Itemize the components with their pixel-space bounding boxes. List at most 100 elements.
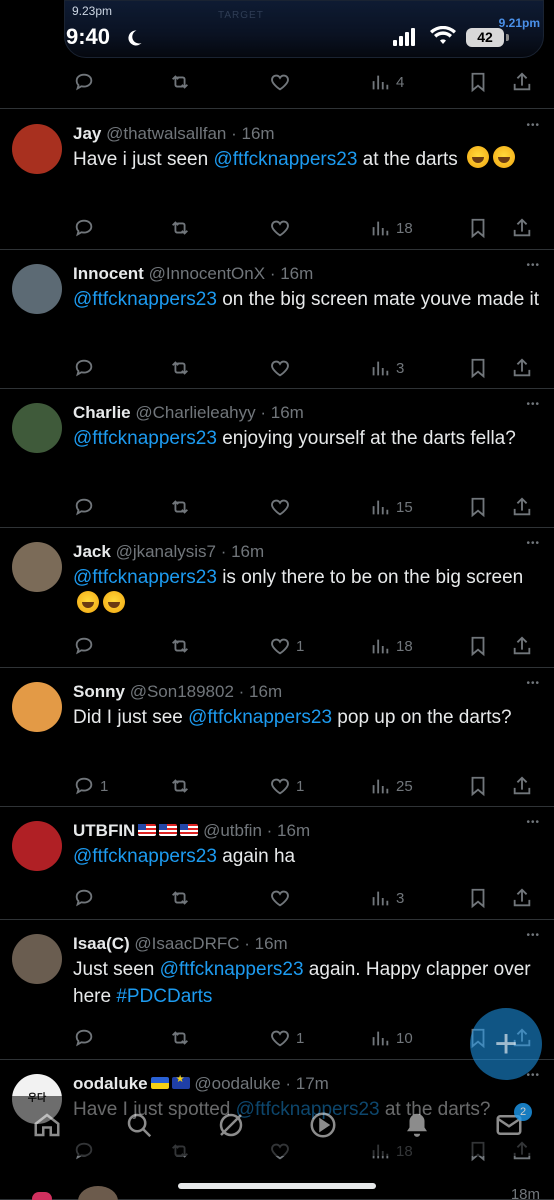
author-name[interactable]: UTBFIN [73, 821, 135, 840]
like-button[interactable] [269, 216, 296, 240]
tweet[interactable]: Jack @jkanalysis7 · 16m ••• @ftfcknappers2… [0, 528, 554, 668]
tweet[interactable]: Jay @thatwalsallfan · 16m ••• Have i just … [0, 110, 554, 250]
more-options-button[interactable]: ••• [526, 930, 540, 941]
video-icon[interactable] [308, 1110, 338, 1140]
author-handle[interactable]: @utbfin [203, 821, 262, 840]
views-icon [369, 357, 391, 379]
views-button[interactable]: 15 [369, 495, 413, 519]
avatar[interactable] [12, 934, 62, 984]
share-button[interactable] [511, 70, 533, 94]
views-button[interactable]: 10 [369, 1026, 413, 1050]
retweet-button[interactable] [169, 216, 191, 240]
tweet[interactable]: Sonny @Son189802 · 16m ••• Did I just see … [0, 668, 554, 807]
author-handle[interactable]: @Charlieleahyy [135, 403, 255, 422]
author-name[interactable]: Charlie [73, 403, 131, 422]
share-button[interactable] [511, 886, 533, 910]
retweet-button[interactable] [169, 886, 191, 910]
author-name[interactable]: Isaa(C) [73, 934, 130, 953]
like-button[interactable]: 1 [269, 634, 304, 658]
author-handle[interactable]: @InnocentOnX [149, 264, 266, 283]
reply-button[interactable] [73, 886, 100, 910]
more-options-button[interactable]: ••• [526, 120, 540, 131]
avatar[interactable] [12, 682, 62, 732]
reply-button[interactable] [73, 70, 95, 94]
tweet-actions: 15 [73, 495, 533, 519]
reply-button[interactable]: 1 [73, 774, 108, 798]
reply-button[interactable] [73, 1026, 100, 1050]
mention-link[interactable]: @ftfcknappers23 [73, 289, 217, 310]
reply-button[interactable] [73, 495, 100, 519]
bookmark-button[interactable] [467, 216, 489, 240]
like-button[interactable] [269, 356, 296, 380]
reply-button[interactable] [73, 634, 100, 658]
share-button[interactable] [511, 495, 533, 519]
share-button[interactable] [511, 356, 533, 380]
avatar[interactable] [12, 542, 62, 592]
views-button[interactable]: 4 [369, 70, 404, 94]
views-button[interactable]: 3 [369, 356, 404, 380]
reply-button[interactable] [73, 356, 100, 380]
like-button[interactable] [269, 495, 296, 519]
bookmark-button[interactable] [467, 356, 489, 380]
more-options-button[interactable]: ••• [526, 817, 540, 828]
author-name[interactable]: Sonny [73, 682, 125, 701]
mention-link[interactable]: @ftfcknappers23 [213, 149, 357, 170]
more-options-button[interactable]: ••• [526, 399, 540, 410]
views-button[interactable]: 18 [369, 216, 413, 240]
reply-button[interactable] [73, 216, 100, 240]
share-button[interactable] [511, 216, 533, 240]
bookmark-button[interactable] [467, 495, 489, 519]
bookmark-button[interactable] [467, 634, 489, 658]
retweet-button[interactable] [169, 634, 191, 658]
hashtag-link[interactable]: #PDCDarts [116, 986, 212, 1007]
mention-link[interactable]: @ftfcknappers23 [188, 707, 332, 728]
tweet[interactable]: Charlie @Charlieleahyy · 16m ••• @ftfcknap… [0, 389, 554, 528]
retweet-button[interactable] [169, 356, 191, 380]
author-handle[interactable]: @oodaluke [194, 1074, 280, 1093]
views-button[interactable]: 18 [369, 634, 413, 658]
bookmark-button[interactable] [467, 774, 489, 798]
avatar[interactable] [12, 264, 62, 314]
retweet-button[interactable] [169, 495, 191, 519]
more-options-button[interactable]: ••• [526, 538, 540, 549]
mention-link[interactable]: @ftfcknappers23 [73, 846, 217, 867]
tweet-actions: 3 [73, 886, 533, 910]
like-button[interactable] [269, 70, 291, 94]
retweet-button[interactable] [169, 1026, 191, 1050]
avatar[interactable] [12, 403, 62, 453]
author-handle[interactable]: @IsaacDRFC [134, 934, 239, 953]
author-name[interactable]: Jack [73, 542, 111, 561]
views-button[interactable]: 3 [369, 886, 404, 910]
author-handle[interactable]: @Son189802 [130, 682, 234, 701]
more-options-button[interactable]: ••• [526, 260, 540, 271]
like-button[interactable] [269, 886, 296, 910]
compose-button[interactable]: + [470, 1008, 542, 1080]
home-indicator[interactable] [178, 1183, 376, 1189]
mention-link[interactable]: @ftfcknappers23 [73, 428, 217, 449]
like-button[interactable]: 1 [269, 1026, 304, 1050]
notifications-icon[interactable] [402, 1110, 432, 1140]
retweet-button[interactable] [169, 774, 191, 798]
views-button[interactable]: 25 [369, 774, 413, 798]
bookmark-button[interactable] [467, 70, 489, 94]
avatar[interactable] [12, 124, 62, 174]
author-handle[interactable]: @thatwalsallfan [106, 124, 226, 143]
grok-icon[interactable] [216, 1110, 246, 1140]
mention-link[interactable]: @ftfcknappers23 [160, 959, 304, 980]
share-button[interactable] [511, 634, 533, 658]
retweet-button[interactable] [169, 70, 191, 94]
more-options-button[interactable]: ••• [526, 678, 540, 689]
avatar[interactable] [12, 821, 62, 871]
mention-link[interactable]: @ftfcknappers23 [73, 567, 217, 588]
author-handle[interactable]: @jkanalysis7 [116, 542, 216, 561]
home-icon[interactable] [32, 1110, 62, 1140]
like-button[interactable]: 1 [269, 774, 304, 798]
search-icon[interactable] [124, 1110, 154, 1140]
bookmark-button[interactable] [467, 886, 489, 910]
author-name[interactable]: oodaluke [73, 1074, 148, 1093]
tweet[interactable]: Innocent @InnocentOnX · 16m ••• @ftfcknapp… [0, 250, 554, 389]
author-name[interactable]: Jay [73, 124, 101, 143]
share-button[interactable] [511, 774, 533, 798]
author-name[interactable]: Innocent [73, 264, 144, 283]
tweet[interactable]: UTBFIN @utbfin · 16m ••• @ftfcknappers23 a… [0, 807, 554, 920]
